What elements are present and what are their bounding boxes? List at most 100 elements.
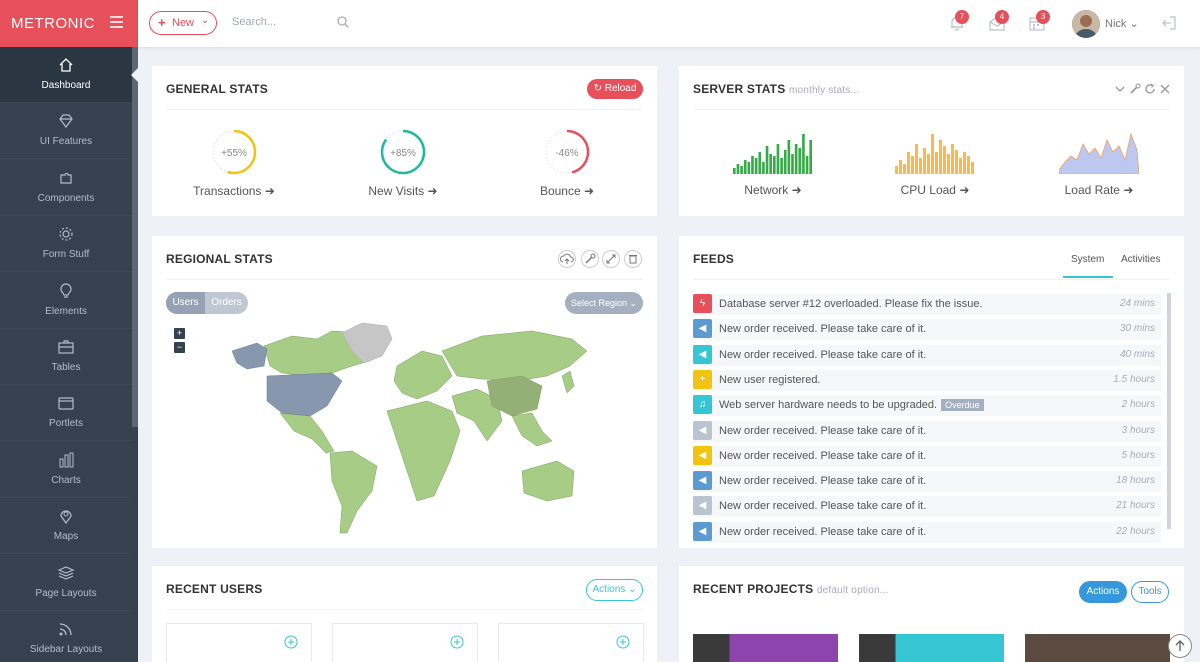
spark-bar: [751, 156, 754, 174]
project-thumbnail[interactable]: [1025, 634, 1170, 662]
user-card[interactable]: [498, 623, 644, 662]
tools-button[interactable]: Tools: [1131, 581, 1169, 603]
feed-time: 40 mins: [1119, 348, 1155, 360]
fullscreen-button[interactable]: [602, 250, 620, 268]
bar-chart-icon: [59, 452, 74, 468]
spark-bar: [805, 156, 809, 174]
world-map[interactable]: [212, 321, 592, 536]
sidebar-item-charts[interactable]: Charts: [0, 442, 132, 498]
spark-bar: [769, 154, 772, 174]
feed-row[interactable]: ◀ New order received. Please take care of…: [693, 471, 1161, 493]
tab-system[interactable]: System: [1071, 254, 1104, 265]
pin-icon: [60, 510, 72, 525]
avatar[interactable]: [1072, 10, 1100, 38]
sidebar-item-form-stuff[interactable]: Form Stuff: [0, 216, 132, 273]
menu-toggle-icon[interactable]: [110, 16, 123, 28]
spark-bar: [907, 152, 910, 174]
feed-row[interactable]: + New user registered. 1.5 hours: [693, 369, 1161, 391]
select-region-button[interactable]: Select Region ⌄: [565, 292, 643, 314]
user-card[interactable]: [332, 623, 478, 662]
sidebar-item-tables[interactable]: Tables: [0, 329, 132, 385]
recent-users-card: RECENT USERS Actions ⌄: [152, 566, 657, 662]
collapse-icon[interactable]: [1114, 83, 1126, 95]
feed-icon: [59, 623, 72, 636]
trash-button[interactable]: [624, 250, 642, 268]
search-icon[interactable]: [337, 16, 349, 28]
arrow-right-icon: ➜: [264, 184, 275, 198]
actions-button[interactable]: Actions ⌄: [586, 579, 643, 601]
sidebar-scrollbar[interactable]: [132, 47, 138, 427]
zoom-out-button[interactable]: −: [174, 342, 185, 353]
feed-scrollbar[interactable]: [1167, 293, 1171, 529]
sidebar-item-label: Maps: [53, 531, 79, 543]
sidebar-item-label: Form Stuff: [42, 249, 90, 261]
spark-bar: [915, 144, 918, 174]
feed-row[interactable]: ◀ New order received. Please take care of…: [693, 445, 1161, 467]
sidebar-item-dashboard[interactable]: Dashboard: [0, 47, 132, 103]
project-thumbnail[interactable]: [693, 634, 838, 662]
spark-bar: [971, 162, 974, 174]
feed-row[interactable]: ◀ New order received. Please take care of…: [693, 521, 1161, 543]
sidebar-item-ui-features[interactable]: UI Features: [0, 103, 132, 160]
new-button[interactable]: + New ⌄: [149, 11, 217, 35]
user-name[interactable]: Nick ⌄: [1105, 17, 1139, 30]
sidebar-item-portlets[interactable]: Portlets: [0, 385, 132, 442]
feed-text: Web server hardware needs to be upgraded…: [719, 399, 984, 412]
user-card[interactable]: [166, 623, 312, 662]
feed-text: New order received. Please take care of …: [719, 424, 927, 437]
wrench-icon[interactable]: [1129, 83, 1141, 95]
feed-row[interactable]: ◀ New order received. Please take care of…: [693, 344, 1161, 366]
wrench-button[interactable]: [581, 250, 599, 268]
toggle-orders[interactable]: Orders: [205, 292, 248, 314]
sidebar-item-label: Portlets: [49, 418, 83, 430]
stat-label[interactable]: New Visits ➜: [343, 184, 463, 198]
server-stat-label[interactable]: Network ➜: [713, 183, 833, 197]
feed-row[interactable]: ◀ New order received. Please take care of…: [693, 420, 1161, 442]
scroll-top-button[interactable]: [1168, 634, 1192, 658]
arrow-right-icon: ➜: [1123, 183, 1134, 197]
users-orders-toggle[interactable]: Users Orders: [166, 292, 248, 314]
add-icon[interactable]: [284, 635, 298, 649]
sidebar-item-page-layouts[interactable]: Page Layouts: [0, 555, 132, 611]
toggle-users[interactable]: Users: [166, 292, 205, 314]
tab-activities[interactable]: Activities: [1121, 254, 1160, 265]
spark-bar: [754, 158, 758, 174]
briefcase-icon: [58, 340, 74, 354]
feed-row[interactable]: ◀ New order received. Please take care of…: [693, 496, 1161, 518]
add-icon[interactable]: [616, 635, 630, 649]
actions-button[interactable]: Actions: [1079, 581, 1127, 603]
project-thumbnail[interactable]: [859, 634, 1004, 662]
spark-bar: [733, 168, 736, 174]
feed-row[interactable]: ◀ New order received. Please take care of…: [693, 319, 1161, 341]
wallet-icon: [58, 397, 74, 410]
server-stat-label[interactable]: Load Rate ➜: [1039, 183, 1159, 197]
reload-button[interactable]: ↻ Reload: [587, 79, 643, 99]
sidebar-item-maps[interactable]: Maps: [0, 498, 132, 555]
sidebar-item-label: Tables: [51, 362, 81, 373]
sidebar-item-sidebar-layouts[interactable]: Sidebar Layouts: [0, 611, 132, 662]
stat-label[interactable]: Bounce ➜: [507, 184, 627, 198]
feed-row[interactable]: ♫ Web server hardware needs to be upgrade…: [693, 395, 1161, 417]
sidebar-item-components[interactable]: Components: [0, 160, 132, 216]
feed-time: 24 mins: [1119, 298, 1155, 309]
search-input[interactable]: Search...: [232, 16, 276, 28]
stat-label[interactable]: Transactions ➜: [174, 184, 294, 198]
spark-bar: [923, 148, 926, 174]
cloud-upload-button[interactable]: [558, 250, 576, 268]
card-title: RECENT PROJECTS default option...: [693, 582, 889, 596]
zoom-in-button[interactable]: +: [174, 328, 185, 339]
server-stat-label[interactable]: CPU Load ➜: [875, 183, 995, 197]
spark-bar: [743, 160, 747, 174]
sidebar-item-elements[interactable]: Elements: [0, 273, 132, 329]
logo[interactable]: METRONIC: [11, 15, 95, 32]
logout-icon[interactable]: [1160, 14, 1178, 32]
feed-row[interactable]: ϟ Database server #12 overloaded. Please …: [693, 294, 1161, 315]
add-icon[interactable]: [450, 635, 464, 649]
refresh-icon[interactable]: [1144, 83, 1156, 95]
brand-bar: METRONIC: [0, 0, 138, 47]
feed-time: 3 hours: [1121, 424, 1155, 436]
megaphone-icon: ◀: [693, 344, 712, 364]
feed-time: 18 hours: [1116, 475, 1155, 487]
spark-area: [1059, 132, 1139, 174]
close-icon[interactable]: [1159, 83, 1171, 95]
